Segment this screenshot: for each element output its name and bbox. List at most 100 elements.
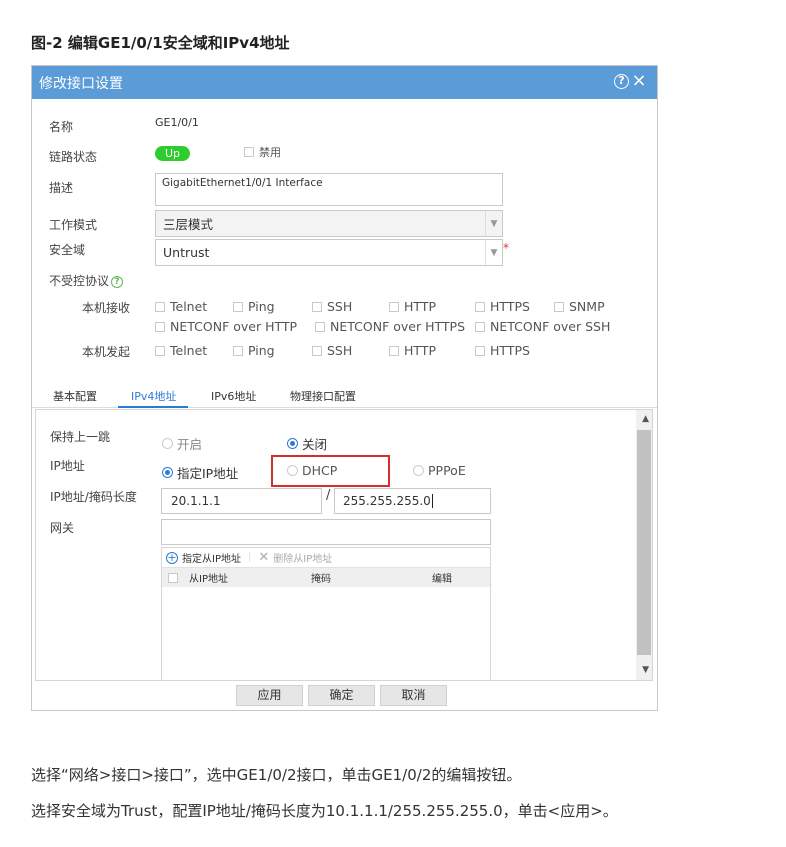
send-http-checkbox[interactable]: HTTP: [389, 343, 436, 358]
security-zone-value: Untrust: [163, 245, 210, 260]
col-mask: 掩码: [311, 574, 331, 585]
checkbox-label: NETCONF over HTTP: [170, 319, 298, 334]
question-icon[interactable]: ?: [111, 275, 124, 288]
recv-https-checkbox[interactable]: HTTPS: [475, 299, 530, 314]
scroll-down-icon[interactable]: ▼: [642, 665, 649, 675]
checkbox[interactable]: [233, 301, 243, 312]
checkbox-label: Ping: [248, 343, 275, 358]
recv-netconf-ssh-checkbox[interactable]: NETCONF over SSH: [475, 319, 610, 334]
checkbox[interactable]: [554, 301, 564, 312]
checkbox-label: Telnet: [170, 299, 208, 314]
slash-separator: /: [326, 488, 331, 503]
tab-bar: 基本配置 IPv4地址 IPv6地址 物理接口配置: [32, 382, 657, 408]
keep-hop-on-radio[interactable]: 开启: [162, 434, 202, 453]
toolbar-divider: |: [247, 552, 252, 563]
checkbox[interactable]: [475, 345, 485, 356]
checkbox[interactable]: [315, 321, 325, 332]
send-telnet-checkbox[interactable]: Telnet: [155, 343, 207, 358]
checkbox[interactable]: [475, 301, 485, 312]
checkbox[interactable]: [389, 345, 399, 356]
checkbox-label: HTTPS: [490, 343, 530, 358]
recv-ping-checkbox[interactable]: Ping: [233, 299, 275, 314]
close-icon[interactable]: ×: [631, 72, 647, 90]
uncontrolled-protocol-text: 不受控协议: [49, 274, 110, 288]
work-mode-value: 三层模式: [163, 217, 214, 232]
checkbox-label: HTTP: [404, 299, 436, 314]
delete-icon[interactable]: ✕: [258, 550, 269, 565]
send-https-checkbox[interactable]: HTTPS: [475, 343, 530, 358]
checkbox-label: NETCONF over HTTPS: [330, 319, 466, 334]
link-status-label: 链路状态: [49, 150, 98, 164]
recv-ssh-checkbox[interactable]: SSH: [312, 299, 352, 314]
name-value: GE1/0/1: [155, 116, 199, 129]
disable-label: 禁用: [259, 146, 281, 159]
checkbox-label: NETCONF over SSH: [490, 319, 611, 334]
instruction-line-1: 选择“网络>接口>接口”，选中GE1/0/2接口，单击GE1/0/2的编辑按钮。: [31, 766, 522, 784]
checkbox[interactable]: [389, 301, 399, 312]
checkbox-label: Ping: [248, 299, 275, 314]
checkbox[interactable]: [155, 321, 165, 332]
help-icon[interactable]: ?: [614, 73, 629, 89]
checkbox-label: Telnet: [170, 343, 208, 358]
sub-ip-table-header: 从IP地址 掩码 编辑: [162, 568, 490, 587]
mask-value: 255.255.255.0: [343, 494, 431, 508]
gateway-input[interactable]: [161, 519, 491, 545]
scrollbar[interactable]: ▲ ▼: [636, 410, 652, 680]
recv-http-checkbox[interactable]: HTTP: [389, 299, 436, 314]
work-mode-label: 工作模式: [49, 218, 98, 232]
checkbox[interactable]: [312, 301, 322, 312]
radio-label: 开启: [177, 437, 203, 452]
recv-snmp-checkbox[interactable]: SNMP: [554, 299, 605, 314]
active-tab-indicator: [118, 406, 188, 408]
radio[interactable]: [162, 467, 173, 478]
add-sub-ip-button[interactable]: 指定从IP地址: [182, 550, 241, 565]
delete-sub-ip-button[interactable]: 删除从IP地址: [273, 550, 332, 565]
security-zone-select[interactable]: Untrust ▼: [155, 239, 503, 266]
radio[interactable]: [287, 438, 298, 449]
gateway-label: 网关: [50, 521, 75, 535]
col-sub-ip: 从IP地址: [189, 574, 228, 585]
send-ssh-checkbox[interactable]: SSH: [312, 343, 352, 358]
uncontrolled-protocol-label: 不受控协议?: [49, 272, 124, 289]
plus-icon[interactable]: +: [166, 551, 178, 564]
description-input[interactable]: GigabitEthernet1/0/1 Interface: [155, 173, 503, 206]
checkbox[interactable]: [233, 345, 243, 356]
disable-checkbox-box[interactable]: [244, 147, 254, 157]
checkbox[interactable]: [312, 345, 322, 356]
chevron-down-icon[interactable]: ▼: [485, 211, 502, 236]
tab-ipv6[interactable]: IPv6地址: [211, 388, 256, 404]
radio[interactable]: [413, 465, 424, 476]
mask-input[interactable]: 255.255.255.0: [334, 488, 491, 514]
recv-netconf-https-checkbox[interactable]: NETCONF over HTTPS: [315, 319, 465, 334]
required-mark: *: [503, 241, 509, 255]
tab-physical[interactable]: 物理接口配置: [290, 388, 356, 404]
ip-address-input[interactable]: 20.1.1.1: [161, 488, 322, 514]
disable-checkbox[interactable]: 禁用: [244, 144, 281, 160]
checkbox[interactable]: [155, 301, 165, 312]
work-mode-select[interactable]: 三层模式 ▼: [155, 210, 503, 237]
scrollbar-thumb[interactable]: [637, 430, 651, 655]
dhcp-highlight-box: [271, 455, 390, 487]
select-all-checkbox[interactable]: [168, 572, 178, 583]
send-ping-checkbox[interactable]: Ping: [233, 343, 275, 358]
ip-static-radio[interactable]: 指定IP地址: [162, 463, 238, 482]
chevron-down-icon[interactable]: ▼: [485, 240, 502, 265]
local-initiate-label: 本机发起: [82, 345, 131, 359]
radio-label: PPPoE: [428, 463, 466, 478]
ok-button[interactable]: 确定: [308, 685, 375, 706]
apply-button[interactable]: 应用: [236, 685, 303, 706]
tab-basic[interactable]: 基本配置: [53, 388, 97, 404]
scroll-up-icon[interactable]: ▲: [642, 414, 649, 424]
description-label: 描述: [49, 181, 74, 195]
recv-netconf-http-checkbox[interactable]: NETCONF over HTTP: [155, 319, 297, 334]
checkbox[interactable]: [155, 345, 165, 356]
radio[interactable]: [162, 438, 173, 449]
cancel-button[interactable]: 取消: [380, 685, 447, 706]
tab-ipv4[interactable]: IPv4地址: [131, 388, 176, 404]
checkbox[interactable]: [475, 321, 485, 332]
edit-interface-dialog: 修改接口设置 ? × 名称 GE1/0/1 链路状态 Up 禁用 描述 Giga…: [31, 65, 658, 711]
recv-telnet-checkbox[interactable]: Telnet: [155, 299, 207, 314]
name-label: 名称: [49, 120, 74, 134]
ip-pppoe-radio[interactable]: PPPoE: [413, 463, 466, 478]
keep-hop-off-radio[interactable]: 关闭: [287, 434, 327, 453]
